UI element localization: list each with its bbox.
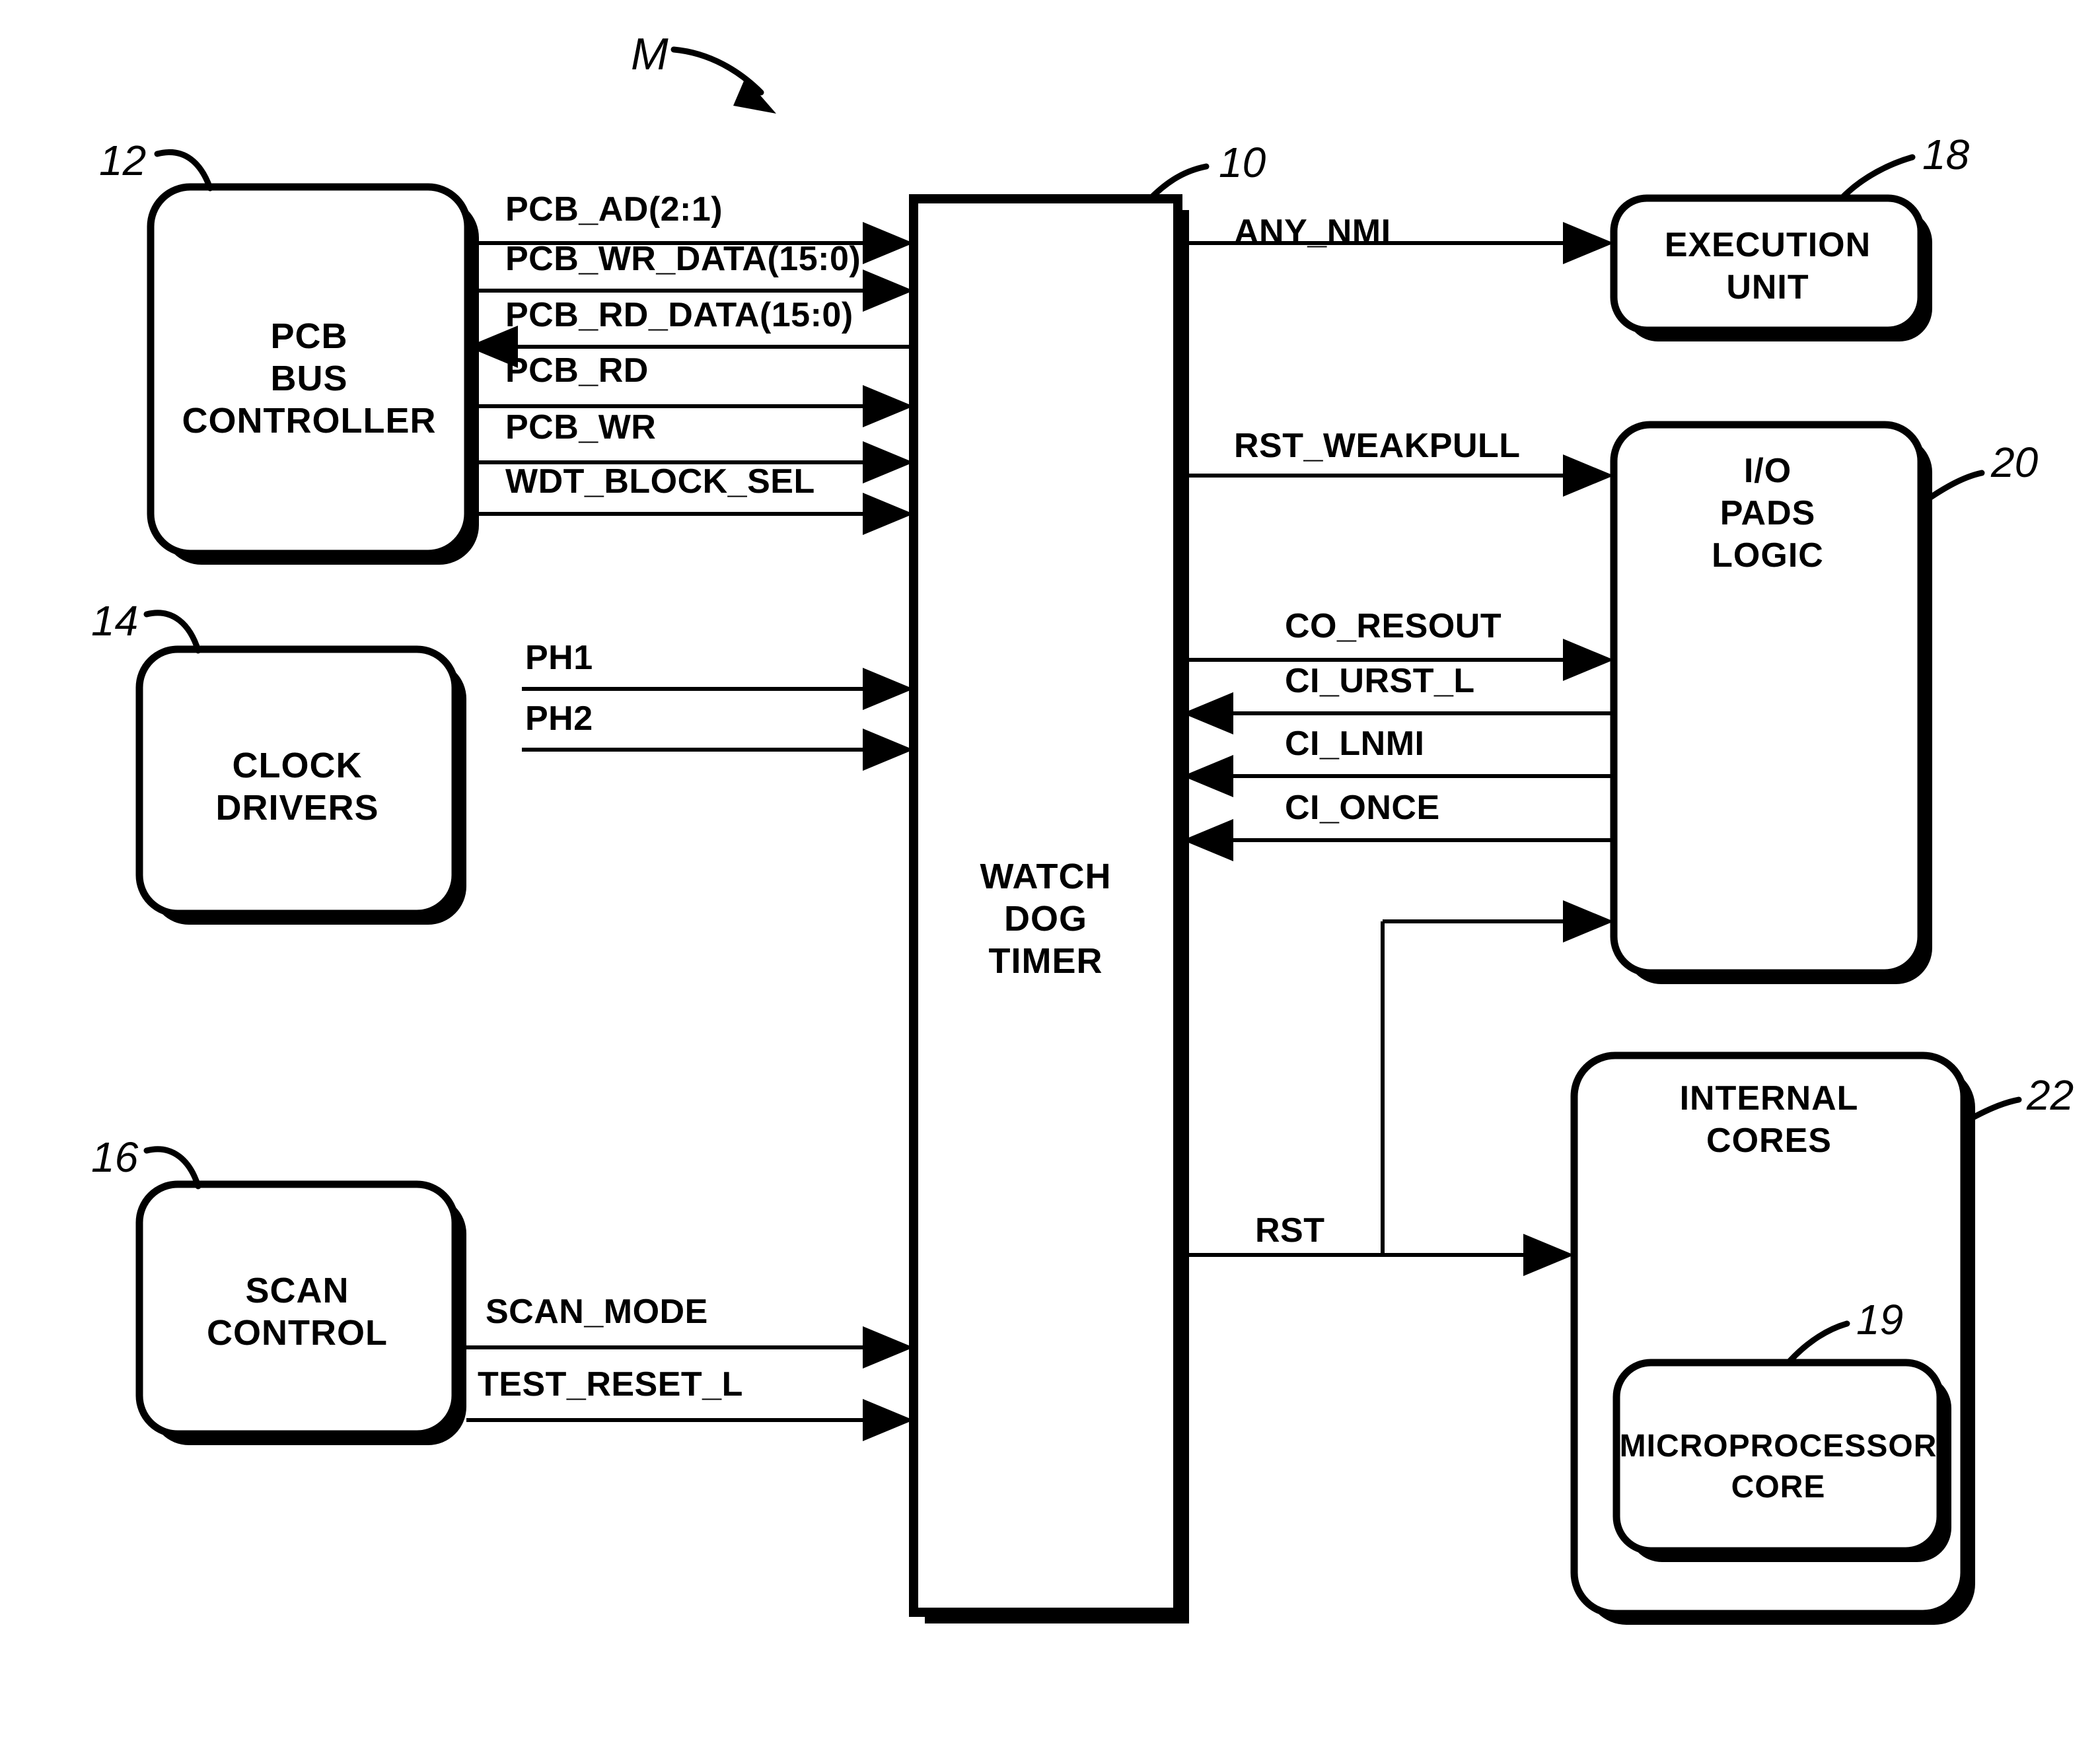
wire-test-reset-l-arrowhead (863, 1399, 914, 1441)
ref-18-leader (1840, 154, 1916, 200)
io-pads-logic-label-line3: LOGIC (1712, 536, 1824, 575)
wire-pcb-rd-arrowhead (863, 385, 914, 427)
ref-16-number: 16 (91, 1133, 139, 1181)
watchdog-timer-label-line3: TIMER (989, 941, 1103, 981)
wire-any-nmi-arrowhead (1563, 222, 1614, 264)
wire-co-resout-arrowhead (1563, 639, 1614, 681)
block-scan-control[interactable]: SCAN CONTROL 16 (91, 1133, 466, 1445)
internal-cores-label-line2: CORES (1706, 1122, 1832, 1160)
block-execution-unit[interactable]: EXECUTION UNIT 18 (1610, 131, 1970, 341)
execution-unit-label-line1: EXECUTION (1665, 226, 1871, 264)
wires-clock-to-wdt: PH1 PH2 (522, 639, 914, 771)
block-clock-drivers[interactable]: CLOCK DRIVERS 14 (91, 597, 466, 925)
execution-unit-label-line2: UNIT (1726, 268, 1809, 306)
ref-10-number: 10 (1219, 139, 1266, 186)
signal-label-scan-mode: SCAN_MODE (486, 1293, 708, 1331)
signal-label-ci-lnmi: CI_LNMI (1285, 725, 1425, 763)
patent-figure: M PCB BUS CONTROLLER 12 CLOCK DRIVERS 14… (0, 0, 2100, 1747)
signal-label-pcb-ad: PCB_AD(2:1) (505, 190, 723, 229)
block-internal-cores[interactable]: INTERNAL CORES 22 MICROPROCESSOR CORE 19 (1570, 1052, 2074, 1625)
block-diagram-canvas: M PCB BUS CONTROLLER 12 CLOCK DRIVERS 14… (91, 29, 2074, 1625)
wires-scan-to-wdt: SCAN_MODE TEST_RESET_L (466, 1293, 914, 1441)
wires-wdt-to-io-pads: RST_WEAKPULL CO_RESOUT CI_URST_L CI_LNMI… (1182, 427, 1614, 861)
ref-10-leader (1147, 163, 1210, 201)
wire-pcb-wr-arrowhead (863, 441, 914, 483)
wire-wdt-block-sel-arrowhead (863, 493, 914, 535)
ref-14-leader (143, 610, 201, 654)
system-marker-group: M (631, 29, 776, 114)
block-watchdog-timer[interactable]: WATCH DOG TIMER 10 (909, 139, 1266, 1623)
signal-label-pcb-rd: PCB_RD (505, 351, 649, 390)
wire-pcb-wr-data-arrowhead (863, 269, 914, 312)
execution-unit-box (1610, 194, 1925, 334)
io-pads-logic-label-line1: I/O (1744, 452, 1792, 490)
pcb-bus-controller-label-line1: PCB (270, 316, 347, 356)
wire-ph2-arrowhead (863, 729, 914, 771)
signal-label-rst-weakpull: RST_WEAKPULL (1234, 427, 1521, 465)
ref-12-number: 12 (99, 137, 146, 184)
clock-drivers-label-line1: CLOCK (233, 746, 363, 785)
signal-label-rst: RST (1255, 1211, 1325, 1250)
ref-18-number: 18 (1922, 131, 1970, 178)
wire-rst-main-arrowhead (1523, 1234, 1574, 1276)
wire-scan-mode-arrowhead (863, 1326, 914, 1369)
signal-label-ci-once: CI_ONCE (1285, 789, 1440, 827)
signal-label-co-resout: CO_RESOUT (1285, 607, 1502, 645)
signal-label-wdt-block-sel: WDT_BLOCK_SEL (505, 462, 815, 501)
wire-rst-weakpull-arrowhead (1563, 454, 1614, 497)
pcb-bus-controller-label-line3: CONTROLLER (182, 401, 437, 441)
signal-label-ph1: PH1 (525, 639, 593, 677)
signal-label-pcb-wr: PCB_WR (505, 408, 656, 446)
signal-label-test-reset-l: TEST_RESET_L (478, 1365, 743, 1404)
ref-12-leader (154, 149, 213, 192)
ref-14-number: 14 (91, 597, 138, 645)
block-io-pads-logic[interactable]: I/O PADS LOGIC 20 (1610, 421, 2039, 984)
ref-22-number: 22 (2026, 1071, 2074, 1119)
scan-control-label-line1: SCAN (245, 1271, 349, 1310)
internal-cores-label-line1: INTERNAL (1680, 1079, 1859, 1118)
wire-ci-once-arrowhead (1182, 819, 1233, 861)
wire-rst-branch-arrowhead (1563, 900, 1614, 943)
ref-20-leader (1920, 470, 1985, 505)
microprocessor-core-label-line2: CORE (1731, 1470, 1826, 1505)
wire-ci-urst-l-arrowhead (1182, 692, 1233, 734)
clock-drivers-label-line2: DRIVERS (215, 788, 379, 828)
wire-ci-lnmi-arrowhead (1182, 755, 1233, 797)
wires-wdt-rst: RST (1182, 900, 1614, 1276)
scan-control-label-line2: CONTROL (207, 1313, 388, 1353)
wire-ph1-arrowhead (863, 668, 914, 710)
signal-label-pcb-wr-data: PCB_WR_DATA(15:0) (505, 240, 861, 278)
system-marker-label: M (631, 29, 669, 79)
ref-19-number: 19 (1856, 1296, 1903, 1343)
signal-label-ph2: PH2 (525, 699, 593, 738)
signal-label-any-nmi: ANY_NMI (1234, 213, 1391, 251)
io-pads-logic-label-line2: PADS (1720, 494, 1816, 532)
wires-bus-controller-to-wdt: PCB_AD(2:1) PCB_WR_DATA(15:0) PCB_RD_DAT… (467, 190, 914, 535)
watchdog-timer-label-line2: DOG (1004, 899, 1087, 939)
pcb-bus-controller-label-line2: BUS (270, 359, 347, 398)
wires-wdt-to-execution-unit: ANY_NMI (1182, 213, 1614, 264)
signal-label-ci-urst-l: CI_URST_L (1285, 662, 1475, 700)
signal-label-pcb-rd-data: PCB_RD_DATA(15:0) (505, 296, 853, 334)
watchdog-timer-label-line1: WATCH (980, 857, 1112, 896)
wire-pcb-ad-arrowhead (863, 222, 914, 264)
microprocessor-core-label-line1: MICROPROCESSOR (1620, 1429, 1937, 1464)
block-pcb-bus-controller[interactable]: PCB BUS CONTROLLER 12 (99, 137, 479, 565)
ref-20-number: 20 (1990, 439, 2039, 486)
